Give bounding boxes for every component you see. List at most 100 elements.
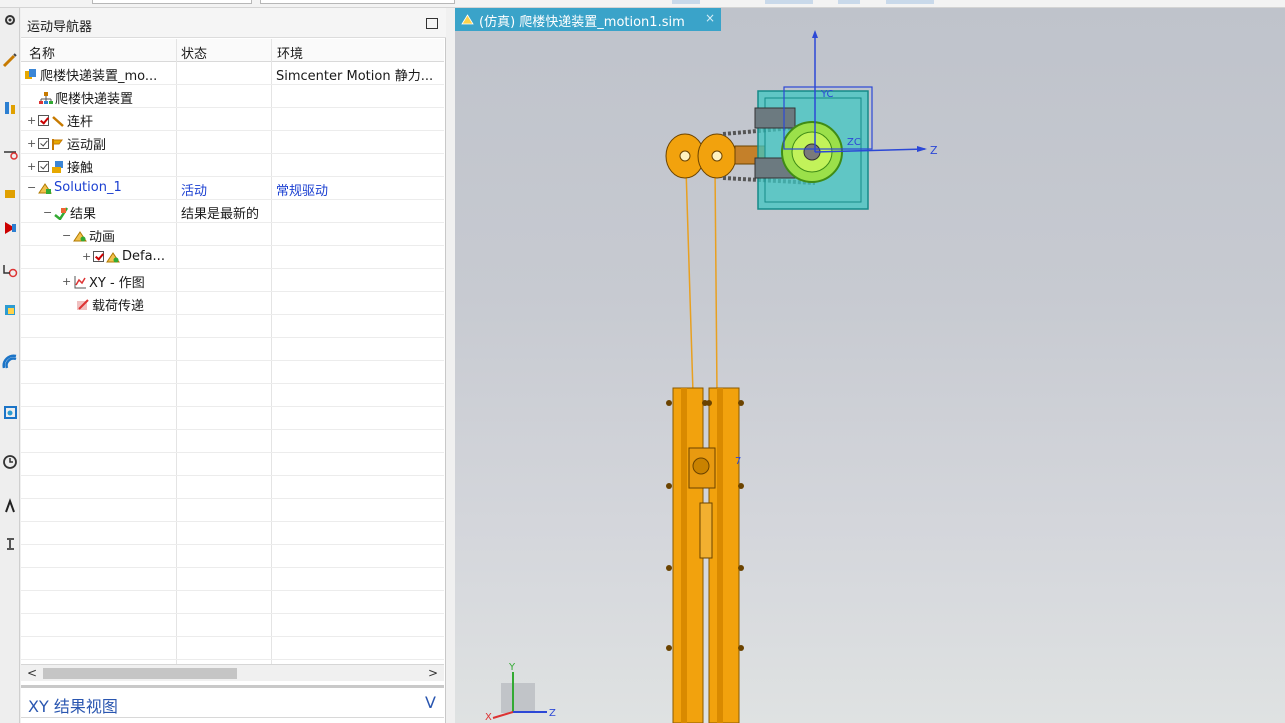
right-rail-column	[708, 387, 740, 723]
expand-toggle[interactable]: +	[27, 114, 36, 127]
table-row[interactable]: 爬楼快递装置	[21, 85, 444, 108]
sensor-tool-icon[interactable]	[2, 404, 18, 420]
table-row[interactable]: + 连杆	[21, 108, 444, 131]
graphics-viewport[interactable]: Z ZC YC 7 Y Z X (仿真) 爬楼快递装置_motion1.sim …	[455, 8, 1285, 723]
chevron-down-icon[interactable]: V	[425, 693, 436, 712]
motion-model-scene[interactable]: Z ZC YC 7 Y Z X	[455, 8, 1285, 723]
link-tool-icon[interactable]	[2, 52, 18, 68]
xy-result-view-panel[interactable]: XY 结果视图 V	[21, 685, 444, 723]
maximize-icon[interactable]	[426, 18, 438, 29]
table-row[interactable]: + XY - 作图	[21, 269, 444, 292]
horizontal-scrollbar[interactable]: < >	[21, 664, 444, 681]
column-header-status[interactable]: 状态	[181, 43, 207, 62]
marker-tool-icon[interactable]	[2, 262, 18, 278]
triad-y-label: Y	[508, 662, 516, 673]
expand-toggle[interactable]: +	[27, 160, 36, 173]
axis-y-arrow	[812, 30, 818, 38]
column-header-name[interactable]: 名称	[29, 43, 55, 62]
table-row-empty	[21, 453, 444, 476]
tree-item-label: 载荷传递	[92, 299, 145, 314]
rope-line	[685, 167, 694, 394]
joint-icon	[52, 138, 63, 150]
table-row-empty	[21, 545, 444, 568]
spring-tool-icon[interactable]	[2, 186, 18, 202]
animation-icon	[73, 230, 87, 241]
xy-plot-icon	[74, 275, 86, 288]
visibility-checkbox[interactable]	[38, 115, 49, 126]
left-toolbar	[0, 8, 20, 723]
link-icon	[52, 115, 64, 127]
tree-item-label: 结果	[70, 207, 97, 222]
solution-icon	[38, 182, 52, 194]
table-row[interactable]: + Defa...	[21, 246, 444, 269]
visibility-checkbox[interactable]	[93, 251, 104, 262]
table-row[interactable]: 爬楼快递装置_mo... Simcenter Motion 静力...	[21, 62, 444, 85]
table-row[interactable]: − 动画	[21, 223, 444, 246]
scroll-right-arrow[interactable]: >	[428, 666, 438, 680]
toolbar-button[interactable]	[838, 0, 860, 4]
visibility-checkbox[interactable]	[38, 138, 49, 149]
xy-result-view-label[interactable]: XY 结果视图	[28, 693, 118, 717]
toolbar-button[interactable]	[765, 0, 813, 4]
table-row[interactable]: + 接触	[21, 154, 444, 177]
triad-x-label: X	[485, 712, 492, 723]
status-cell: 活动	[181, 184, 208, 199]
measure-tool-icon[interactable]	[2, 498, 18, 514]
axis-z-arrow	[917, 146, 927, 152]
assembly-icon	[39, 91, 53, 104]
env-cell: Simcenter Motion 静力...	[276, 69, 434, 84]
clock-tool-icon[interactable]	[2, 454, 18, 470]
toolbar-dropdown[interactable]	[260, 0, 455, 4]
table-row-empty	[21, 591, 444, 614]
coupler-tool-icon[interactable]	[2, 144, 18, 160]
expand-toggle[interactable]: +	[27, 137, 36, 150]
expand-toggle[interactable]: +	[62, 275, 71, 288]
column-header-env[interactable]: 环境	[277, 43, 303, 62]
table-row[interactable]: − 结果 结果是最新的	[21, 200, 444, 223]
contact-icon	[52, 160, 63, 173]
solver-tool-icon[interactable]	[2, 302, 18, 318]
home-icon	[461, 14, 474, 25]
toolbar-button[interactable]	[672, 0, 700, 4]
scroll-left-arrow[interactable]: <	[27, 666, 37, 680]
collapse-toggle[interactable]: −	[43, 206, 52, 219]
table-row[interactable]: 载荷传递	[21, 292, 444, 315]
collapse-toggle[interactable]: −	[27, 181, 36, 194]
toolbar-dropdown[interactable]	[92, 0, 252, 4]
load-transfer-icon	[77, 298, 89, 310]
trace-tool-icon[interactable]	[2, 536, 18, 552]
gear-icon[interactable]	[2, 12, 18, 28]
tree-item-label: 动画	[89, 230, 116, 245]
tab-simulation-file[interactable]: (仿真) 爬楼快递装置_motion1.sim ×	[455, 8, 721, 31]
collapse-toggle[interactable]: −	[62, 229, 71, 242]
toolbar-button[interactable]	[886, 0, 934, 4]
driver-tool-icon[interactable]	[2, 220, 18, 236]
table-row-empty	[21, 637, 444, 660]
status-cell: 结果是最新的	[181, 207, 260, 222]
table-row[interactable]: − Solution_1 活动 常规驱动	[21, 177, 444, 200]
navigator-title: 运动导航器	[27, 20, 93, 35]
tree-item-label: XY - 作图	[89, 276, 145, 291]
expand-toggle[interactable]: +	[82, 250, 91, 263]
rope-line	[714, 167, 718, 394]
env-cell: 常规驱动	[276, 184, 329, 199]
joint-tool-icon[interactable]	[2, 100, 18, 116]
animation-icon	[106, 251, 120, 262]
close-icon[interactable]: ×	[705, 11, 715, 25]
table-row-empty	[21, 522, 444, 545]
table-row-empty	[21, 315, 444, 338]
table-row-empty	[21, 476, 444, 499]
motion-navigator-panel: 运动导航器 名称 状态 环境 爬楼快递装置_mo... Simcenter Mo…	[21, 8, 446, 723]
view-triad: Y Z X	[485, 662, 556, 723]
table-header: 名称 状态 环境	[21, 39, 444, 62]
axis-zc-label: ZC	[847, 137, 861, 148]
visibility-checkbox[interactable]	[38, 161, 49, 172]
divider	[21, 717, 444, 718]
tree-item-label: 爬楼快递装置_mo...	[40, 69, 158, 84]
table-row-empty	[21, 614, 444, 637]
scroll-thumb[interactable]	[43, 668, 237, 679]
signal-tool-icon[interactable]	[2, 354, 18, 370]
table-row[interactable]: + 运动副	[21, 131, 444, 154]
table-row-empty	[21, 499, 444, 522]
table-row-empty	[21, 338, 444, 361]
